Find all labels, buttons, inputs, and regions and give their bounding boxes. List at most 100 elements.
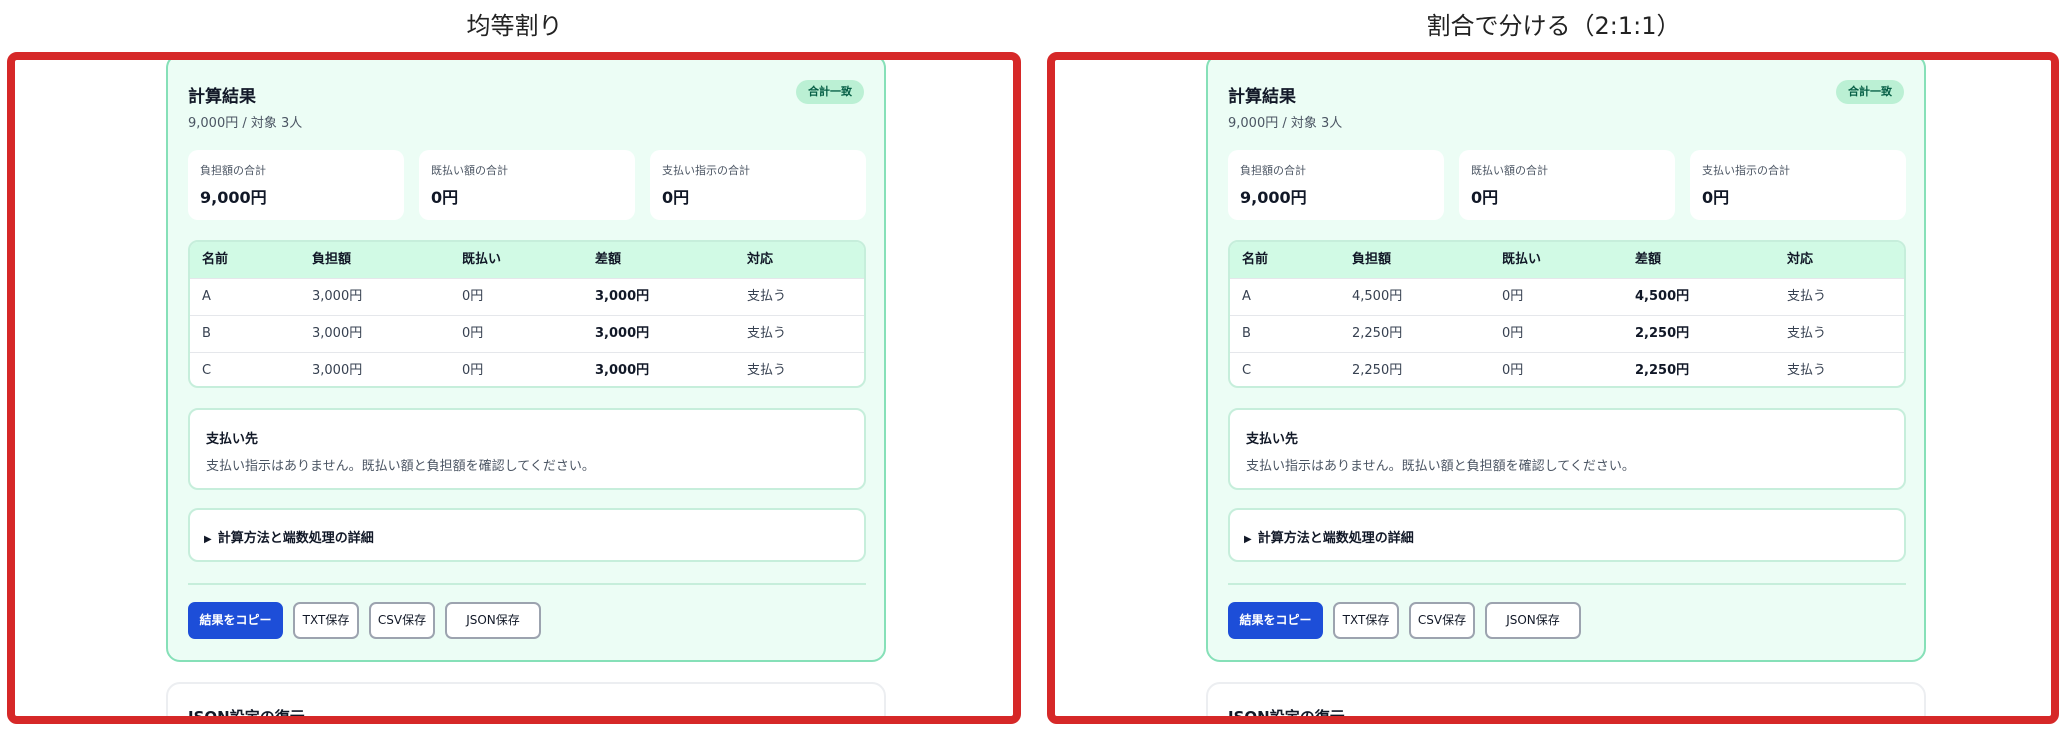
result-table: 名前 負担額 既払い 差額 対応 A 3,000円 0円 3,000円 支払う … (188, 240, 866, 388)
payment-destination-box: 支払い先 支払い指示はありません。既払い額と負担額を確認してください。 (1228, 408, 1906, 490)
stat-paid-total: 既払い額の合計 0円 (419, 150, 635, 220)
column-header-burden: 負担額 (1352, 252, 1392, 267)
save-csv-button[interactable]: CSV保存 (369, 602, 435, 639)
cell-name: C (1242, 363, 1252, 378)
table-row: C 2,250円 0円 2,250円 支払う (1230, 352, 1904, 386)
cell-difference: 3,000円 (595, 363, 650, 378)
calculation-details-toggle[interactable]: ▶ 計算方法と端数処理の詳細 (188, 508, 866, 562)
column-header-action: 対応 (747, 252, 774, 267)
cell-difference: 2,250円 (1635, 363, 1690, 378)
payment-destination-text: 支払い指示はありません。既払い額と負担額を確認してください。 (206, 459, 595, 474)
screenshot-panel-ratio-split: 計算結果 9,000円 / 対象 3人 合計一致 負担額の合計 9,000円 既… (1047, 52, 2059, 724)
cell-paid: 0円 (1502, 326, 1524, 341)
cell-action: 支払う (1787, 326, 1827, 341)
details-summary[interactable]: ▶ 計算方法と端数処理の詳細 (1244, 527, 1414, 546)
stat-value: 0円 (662, 188, 690, 207)
disclosure-triangle-icon: ▶ (1244, 534, 1252, 545)
cell-difference: 2,250円 (1635, 326, 1690, 341)
save-txt-button[interactable]: TXT保存 (293, 602, 359, 639)
stat-burden-total: 負担額の合計 9,000円 (1228, 150, 1444, 220)
cell-difference: 3,000円 (595, 326, 650, 341)
cell-action: 支払う (747, 289, 787, 304)
details-summary[interactable]: ▶ 計算方法と端数処理の詳細 (204, 527, 374, 546)
stat-label: 既払い額の合計 (1471, 164, 1548, 177)
table-header: 名前 負担額 既払い 差額 対応 (190, 242, 864, 278)
screenshot-panel-equal-split: 計算結果 9,000円 / 対象 3人 合計一致 負担額の合計 9,000円 既… (7, 52, 1021, 724)
stat-label: 負担額の合計 (1240, 164, 1306, 177)
stat-label: 負担額の合計 (200, 164, 266, 177)
panel-title-ratio-split: 割合で分ける（2:1:1） (1426, 12, 1681, 40)
stat-label: 支払い指示の合計 (1702, 164, 1790, 177)
cell-name: A (1242, 289, 1251, 304)
result-title: 計算結果 (188, 87, 256, 107)
cell-name: B (202, 326, 211, 341)
stat-paid-total: 既払い額の合計 0円 (1459, 150, 1675, 220)
table-row: C 3,000円 0円 3,000円 支払う (190, 352, 864, 386)
table-row: A 3,000円 0円 3,000円 支払う (190, 278, 864, 315)
cell-burden: 3,000円 (312, 326, 363, 341)
payment-destination-text: 支払い指示はありません。既払い額と負担額を確認してください。 (1246, 459, 1635, 474)
cell-action: 支払う (1787, 289, 1827, 304)
json-restore-card: JSON設定の復元 (1206, 682, 1926, 724)
result-title: 計算結果 (1228, 87, 1296, 107)
save-csv-button[interactable]: CSV保存 (1409, 602, 1475, 639)
stat-instruction-total: 支払い指示の合計 0円 (1690, 150, 1906, 220)
status-badge: 合計一致 (1836, 80, 1904, 104)
column-header-paid: 既払い (462, 252, 502, 267)
cell-difference: 4,500円 (1635, 289, 1690, 304)
details-summary-label: 計算方法と端数処理の詳細 (1257, 531, 1414, 546)
column-header-burden: 負担額 (312, 252, 352, 267)
column-header-paid: 既払い (1502, 252, 1542, 267)
save-json-button[interactable]: JSON保存 (445, 602, 541, 639)
column-header-difference: 差額 (1635, 252, 1662, 267)
divider (188, 583, 866, 585)
stat-burden-total: 負担額の合計 9,000円 (188, 150, 404, 220)
cell-paid: 0円 (1502, 289, 1524, 304)
save-txt-button[interactable]: TXT保存 (1333, 602, 1399, 639)
column-header-name: 名前 (1242, 252, 1269, 267)
cell-paid: 0円 (462, 289, 484, 304)
stat-value: 0円 (1702, 188, 1730, 207)
stat-value: 9,000円 (1240, 188, 1307, 207)
status-badge: 合計一致 (796, 80, 864, 104)
cell-action: 支払う (747, 326, 787, 341)
cell-burden: 2,250円 (1352, 363, 1403, 378)
payment-destination-title: 支払い先 (1246, 432, 1299, 447)
cell-name: A (202, 289, 211, 304)
cell-difference: 3,000円 (595, 289, 650, 304)
stat-label: 支払い指示の合計 (662, 164, 750, 177)
stat-instruction-total: 支払い指示の合計 0円 (650, 150, 866, 220)
copy-result-button[interactable]: 結果をコピー (1228, 602, 1323, 639)
calculation-details-toggle[interactable]: ▶ 計算方法と端数処理の詳細 (1228, 508, 1906, 562)
cell-burden: 3,000円 (312, 363, 363, 378)
cell-action: 支払う (1787, 363, 1827, 378)
cell-paid: 0円 (1502, 363, 1524, 378)
cell-name: B (1242, 326, 1251, 341)
copy-result-button[interactable]: 結果をコピー (188, 602, 283, 639)
payment-destination-title: 支払い先 (206, 432, 259, 447)
cell-burden: 2,250円 (1352, 326, 1403, 341)
cell-name: C (202, 363, 212, 378)
json-restore-title: JSON設定の復元 (1228, 708, 1345, 724)
table-header: 名前 負担額 既払い 差額 対応 (1230, 242, 1904, 278)
cell-paid: 0円 (462, 326, 484, 341)
result-subtitle: 9,000円 / 対象 3人 (1228, 116, 1343, 131)
json-restore-card: JSON設定の復元 (166, 682, 886, 716)
column-header-action: 対応 (1787, 252, 1814, 267)
payment-destination-box: 支払い先 支払い指示はありません。既払い額と負担額を確認してください。 (188, 408, 866, 490)
stat-value: 0円 (1471, 188, 1499, 207)
result-table: 名前 負担額 既払い 差額 対応 A 4,500円 0円 4,500円 支払う … (1228, 240, 1906, 388)
disclosure-triangle-icon: ▶ (204, 534, 212, 545)
divider (1228, 583, 1906, 585)
stat-value: 9,000円 (200, 188, 267, 207)
result-card: 計算結果 9,000円 / 対象 3人 合計一致 負担額の合計 9,000円 既… (166, 60, 886, 662)
panel-title-equal-split: 均等割り (466, 12, 563, 40)
table-row: B 3,000円 0円 3,000円 支払う (190, 315, 864, 352)
stat-value: 0円 (431, 188, 459, 207)
table-row: B 2,250円 0円 2,250円 支払う (1230, 315, 1904, 352)
column-header-name: 名前 (202, 252, 229, 267)
save-json-button[interactable]: JSON保存 (1485, 602, 1581, 639)
column-header-difference: 差額 (595, 252, 622, 267)
stat-label: 既払い額の合計 (431, 164, 508, 177)
cell-action: 支払う (747, 363, 787, 378)
